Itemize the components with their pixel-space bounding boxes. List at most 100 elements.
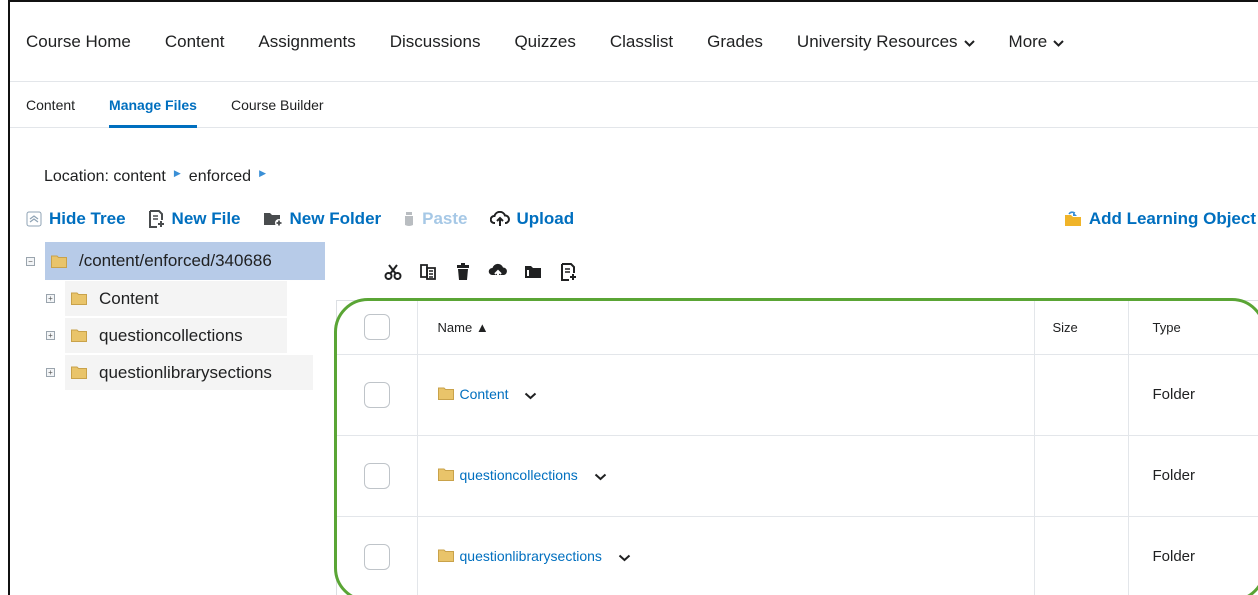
chevron-down-icon — [963, 36, 975, 50]
row-checkbox[interactable] — [363, 543, 390, 570]
upload-icon[interactable] — [487, 261, 509, 283]
move-icon[interactable] — [522, 261, 544, 283]
nav-quizzes[interactable]: Quizzes — [514, 32, 575, 52]
new-folder-icon — [263, 211, 283, 227]
tree-node[interactable]: + Content — [46, 280, 336, 317]
select-all-checkbox[interactable] — [363, 314, 390, 341]
tab-label: Manage Files — [109, 96, 197, 113]
folder-icon — [71, 366, 87, 379]
breadcrumb-arrow-icon: ▶ — [173, 167, 181, 178]
tree-root-label: /content/enforced/340686 — [79, 251, 272, 270]
type-header-label: Type — [1152, 319, 1181, 335]
name-column-header[interactable]: Name ▲ — [417, 301, 1035, 355]
row-checkbox[interactable] — [363, 381, 390, 408]
type-cell: Folder — [1128, 435, 1258, 517]
breadcrumb: Location: content ▶ enforced ▶ — [44, 168, 274, 186]
folder-name: questioncollections — [459, 466, 578, 483]
breadcrumb-item-enforced[interactable]: enforced — [189, 168, 251, 186]
breadcrumb-arrow-icon[interactable]: ▶ — [259, 168, 266, 179]
file-table: Name ▲ Size Type Content Folder question… — [336, 300, 1258, 595]
subtab-bar: Content Manage Files Course Builder — [10, 82, 1258, 128]
add-learning-object-button[interactable]: Add Learning Object — [1064, 209, 1256, 229]
name-cell: questionlibrarysections — [417, 516, 1035, 595]
folder-icon — [51, 255, 67, 268]
collapse-node-icon[interactable]: − — [26, 256, 35, 266]
nav-label: More — [1008, 31, 1048, 51]
nav-grades[interactable]: Grades — [707, 32, 763, 52]
upload-icon — [489, 211, 510, 227]
nav-label: Grades — [707, 31, 763, 51]
tree-root[interactable]: − /content/enforced/340686 — [26, 242, 336, 280]
new-file-icon[interactable] — [557, 261, 579, 283]
paste-icon — [403, 211, 415, 227]
folder-link[interactable]: questionlibrarysections — [437, 547, 602, 564]
delete-icon[interactable] — [452, 261, 474, 283]
tab-course-builder[interactable]: Course Builder — [231, 82, 324, 128]
nav-label: Discussions — [389, 31, 481, 51]
table-header-row: Name ▲ Size Type — [337, 301, 1258, 355]
paste-label: Paste — [422, 209, 468, 228]
tree-node-label: Content — [99, 288, 159, 308]
table-row: Content Folder — [337, 354, 1258, 436]
folder-icon — [437, 549, 454, 563]
tree-node[interactable]: + questionlibrarysections — [46, 354, 336, 391]
tree-root-row[interactable]: /content/enforced/340686 — [45, 242, 325, 280]
folder-icon — [437, 387, 454, 401]
new-file-label: New File — [171, 209, 241, 228]
upload-label: Upload — [516, 209, 575, 228]
breadcrumb-item-content[interactable]: content — [113, 168, 165, 186]
nav-content[interactable]: Content — [165, 32, 225, 52]
expand-node-icon[interactable]: + — [46, 331, 55, 340]
new-folder-button[interactable]: New Folder — [263, 209, 381, 229]
chevron-down-icon[interactable] — [594, 473, 607, 481]
folder-name: questionlibrarysections — [459, 547, 602, 564]
nav-university-resources[interactable]: University Resources — [797, 32, 975, 52]
folder-link[interactable]: questioncollections — [437, 466, 578, 483]
nav-more[interactable]: More — [1009, 32, 1065, 52]
name-header-label: Name — [437, 319, 473, 335]
row-checkbox[interactable] — [363, 462, 390, 489]
size-column-header[interactable]: Size — [1034, 301, 1129, 355]
size-header-label: Size — [1052, 319, 1078, 335]
folder-tree: − /content/enforced/340686 + Content + q… — [26, 242, 336, 391]
copy-icon[interactable] — [417, 261, 439, 283]
page-frame: Course Home Content Assignments Discussi… — [8, 0, 1258, 595]
nav-discussions[interactable]: Discussions — [390, 32, 481, 52]
tree-node-row[interactable]: questionlibrarysections — [65, 355, 313, 390]
nav-classlist[interactable]: Classlist — [610, 32, 673, 52]
size-cell — [1034, 354, 1129, 436]
paste-button[interactable]: Paste — [403, 209, 468, 229]
tree-node-label: questioncollections — [99, 325, 243, 345]
nav-course-home[interactable]: Course Home — [26, 32, 131, 52]
nav-label: Content — [164, 31, 225, 51]
chevron-down-icon[interactable] — [618, 554, 631, 562]
folder-name: Content — [459, 385, 509, 402]
size-cell — [1034, 516, 1129, 595]
tab-content[interactable]: Content — [26, 82, 75, 128]
nav-assignments[interactable]: Assignments — [258, 32, 355, 52]
nav-label: Classlist — [609, 31, 674, 51]
row-select-cell — [337, 516, 418, 595]
location-label: Location: — [44, 168, 109, 185]
chevron-down-icon[interactable] — [524, 392, 537, 400]
sort-ascending-icon: ▲ — [475, 319, 489, 335]
tab-label: Content — [26, 96, 76, 113]
type-cell: Folder — [1128, 516, 1258, 595]
tree-node-row[interactable]: Content — [65, 281, 287, 316]
tree-node-row[interactable]: questioncollections — [65, 318, 287, 353]
type-cell: Folder — [1128, 354, 1258, 436]
nav-label: Assignments — [258, 31, 356, 51]
cut-icon[interactable] — [382, 261, 404, 283]
tab-manage-files[interactable]: Manage Files — [109, 82, 197, 128]
expand-node-icon[interactable]: + — [46, 294, 55, 303]
folder-link[interactable]: Content — [437, 385, 509, 402]
tree-node[interactable]: + questioncollections — [46, 317, 336, 354]
add-learning-object-label: Add Learning Object — [1088, 209, 1256, 228]
expand-node-icon[interactable]: + — [46, 368, 55, 377]
hide-tree-label: Hide Tree — [49, 209, 126, 228]
new-file-button[interactable]: New File — [148, 209, 241, 229]
type-column-header[interactable]: Type — [1128, 301, 1258, 355]
nav-label: University Resources — [796, 31, 958, 51]
upload-button[interactable]: Upload — [489, 209, 575, 229]
hide-tree-button[interactable]: Hide Tree — [26, 209, 126, 229]
